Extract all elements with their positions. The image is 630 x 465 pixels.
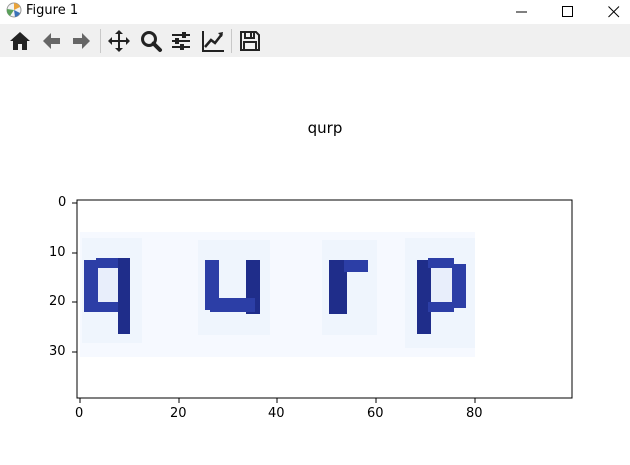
y-tick-label: 20 [49,294,66,309]
x-tick-label: 80 [466,406,483,421]
y-tick-label: 10 [49,245,66,260]
y-tick-label: 0 [58,195,67,210]
x-tick-label: 40 [268,406,285,421]
x-tick-label: 0 [75,406,84,421]
x-axis-ticks [79,398,476,403]
x-tick-label: 20 [170,406,187,421]
y-tick-label: 30 [49,344,66,359]
x-tick-label: 60 [367,406,384,421]
axes-graphics [72,199,573,403]
image-content [77,200,572,398]
y-axis-ticks [72,202,77,353]
